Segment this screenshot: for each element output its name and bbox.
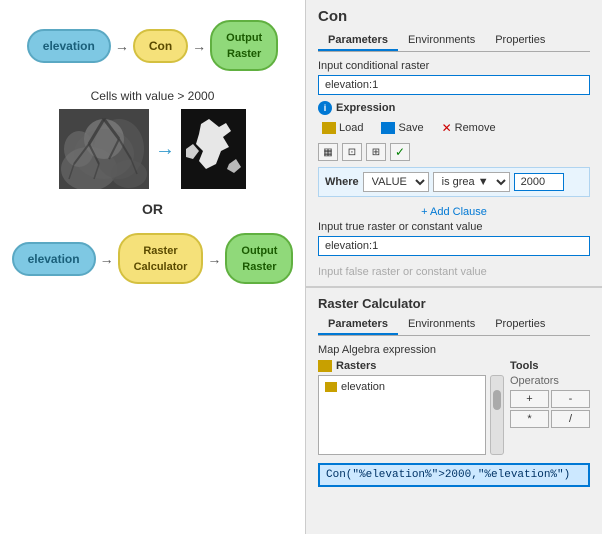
node-con: Con: [133, 29, 188, 63]
formula-bar[interactable]: Con("%elevation%">2000,"%elevation%"): [318, 463, 590, 487]
elevation-folder-icon: [325, 382, 337, 392]
false-raster-label: Input false raster or constant value: [318, 266, 590, 278]
where-label: Where: [325, 176, 359, 188]
raster-list-box[interactable]: elevation: [318, 375, 486, 455]
raster-title: Raster Calculator: [318, 296, 590, 311]
tab-properties-raster[interactable]: Properties: [485, 315, 555, 335]
flow-diagram-1: elevation Con Output Raster: [10, 10, 295, 81]
result-svg: [181, 109, 246, 189]
load-button[interactable]: Load: [318, 120, 367, 136]
builder-toolbar: ▦ ⊡ ⊞ ✓: [318, 143, 590, 161]
save-label: Save: [398, 122, 423, 134]
save-button[interactable]: Save: [377, 120, 427, 136]
builder-btn-1[interactable]: ▦: [318, 143, 338, 161]
left-panel: elevation Con Output Raster Cells with v…: [0, 0, 305, 534]
remove-icon: ✕: [442, 121, 452, 135]
node-output-raster-2: Output Raster: [225, 233, 293, 284]
elevation-item-label: elevation: [341, 381, 385, 393]
tools-header: Tools: [510, 360, 590, 372]
raster-columns: Rasters elevation Tools: [318, 360, 590, 455]
builder-btn-3[interactable]: ⊞: [366, 143, 386, 161]
op-minus[interactable]: -: [551, 390, 590, 408]
arrow-4: [207, 251, 221, 267]
or-label: OR: [142, 201, 163, 217]
raster-item-elevation[interactable]: elevation: [322, 379, 482, 395]
node-raster-calculator: Raster Calculator: [118, 233, 204, 284]
check-button[interactable]: ✓: [390, 143, 410, 161]
info-icon: i: [318, 101, 332, 115]
operator-select[interactable]: is grea ▼: [433, 172, 510, 192]
map-algebra-label: Map Algebra expression: [318, 344, 590, 356]
input-conditional-raster[interactable]: [318, 75, 590, 95]
node-elevation-2: elevation: [12, 242, 96, 276]
expression-row: i Expression: [318, 101, 590, 115]
true-raster-label: Input true raster or constant value: [318, 221, 590, 233]
tools-column: Tools Operators + - * /: [510, 360, 590, 455]
tools-label: Tools: [510, 360, 539, 372]
tab-parameters-raster[interactable]: Parameters: [318, 315, 398, 335]
rasters-folder-icon: [318, 360, 332, 372]
cells-section: Cells with value > 2000: [10, 89, 295, 189]
cells-label: Cells with value > 2000: [91, 89, 215, 103]
value-input[interactable]: [514, 173, 564, 191]
arrow-3: [100, 251, 114, 267]
terrain-svg: [59, 109, 149, 189]
save-icon: [381, 122, 395, 134]
add-clause-button[interactable]: + Add Clause: [318, 203, 590, 221]
op-plus[interactable]: +: [510, 390, 549, 408]
expression-toolbar: Load Save ✕ Remove: [318, 119, 590, 137]
or-section: OR: [10, 197, 295, 221]
remove-button[interactable]: ✕ Remove: [438, 119, 500, 137]
operators-grid: + - * /: [510, 390, 590, 428]
scrollbar-thumb: [493, 390, 501, 410]
right-panel: Con Parameters Environments Properties I…: [305, 0, 602, 534]
where-row: Where VALUE is grea ▼: [318, 167, 590, 197]
raster-scrollbar[interactable]: [490, 375, 504, 455]
blue-arrow: →: [155, 138, 175, 161]
flow-diagram-2: elevation Raster Calculator Output Raste…: [10, 229, 295, 288]
op-multiply[interactable]: *: [510, 410, 549, 428]
op-divide[interactable]: /: [551, 410, 590, 428]
input-true-raster[interactable]: [318, 236, 590, 256]
result-image: [181, 109, 246, 189]
node-elevation-1: elevation: [27, 29, 111, 63]
tab-parameters-con[interactable]: Parameters: [318, 31, 398, 51]
arrow-2: [192, 38, 206, 54]
con-title: Con: [318, 8, 590, 25]
tab-environments-raster[interactable]: Environments: [398, 315, 485, 335]
terrain-image: [59, 109, 149, 189]
con-tab-bar: Parameters Environments Properties: [318, 31, 590, 52]
operators-label: Operators: [510, 375, 590, 387]
con-section: Con Parameters Environments Properties I…: [306, 0, 602, 288]
tab-environments-con[interactable]: Environments: [398, 31, 485, 51]
load-label: Load: [339, 122, 363, 134]
expression-label: Expression: [336, 102, 395, 114]
rasters-column: Rasters elevation: [318, 360, 504, 455]
input-conditional-label: Input conditional raster: [318, 60, 590, 72]
arrow-1: [115, 38, 129, 54]
builder-btn-2[interactable]: ⊡: [342, 143, 362, 161]
load-icon: [322, 122, 336, 134]
rasters-header: Rasters: [318, 360, 504, 372]
field-select[interactable]: VALUE: [363, 172, 429, 192]
cells-images: →: [59, 109, 246, 189]
raster-section: Raster Calculator Parameters Environment…: [306, 288, 602, 534]
remove-label: Remove: [455, 122, 496, 134]
node-output-raster-1: Output Raster: [210, 20, 278, 71]
tab-properties-con[interactable]: Properties: [485, 31, 555, 51]
raster-tab-bar: Parameters Environments Properties: [318, 315, 590, 336]
rasters-label: Rasters: [336, 360, 376, 372]
